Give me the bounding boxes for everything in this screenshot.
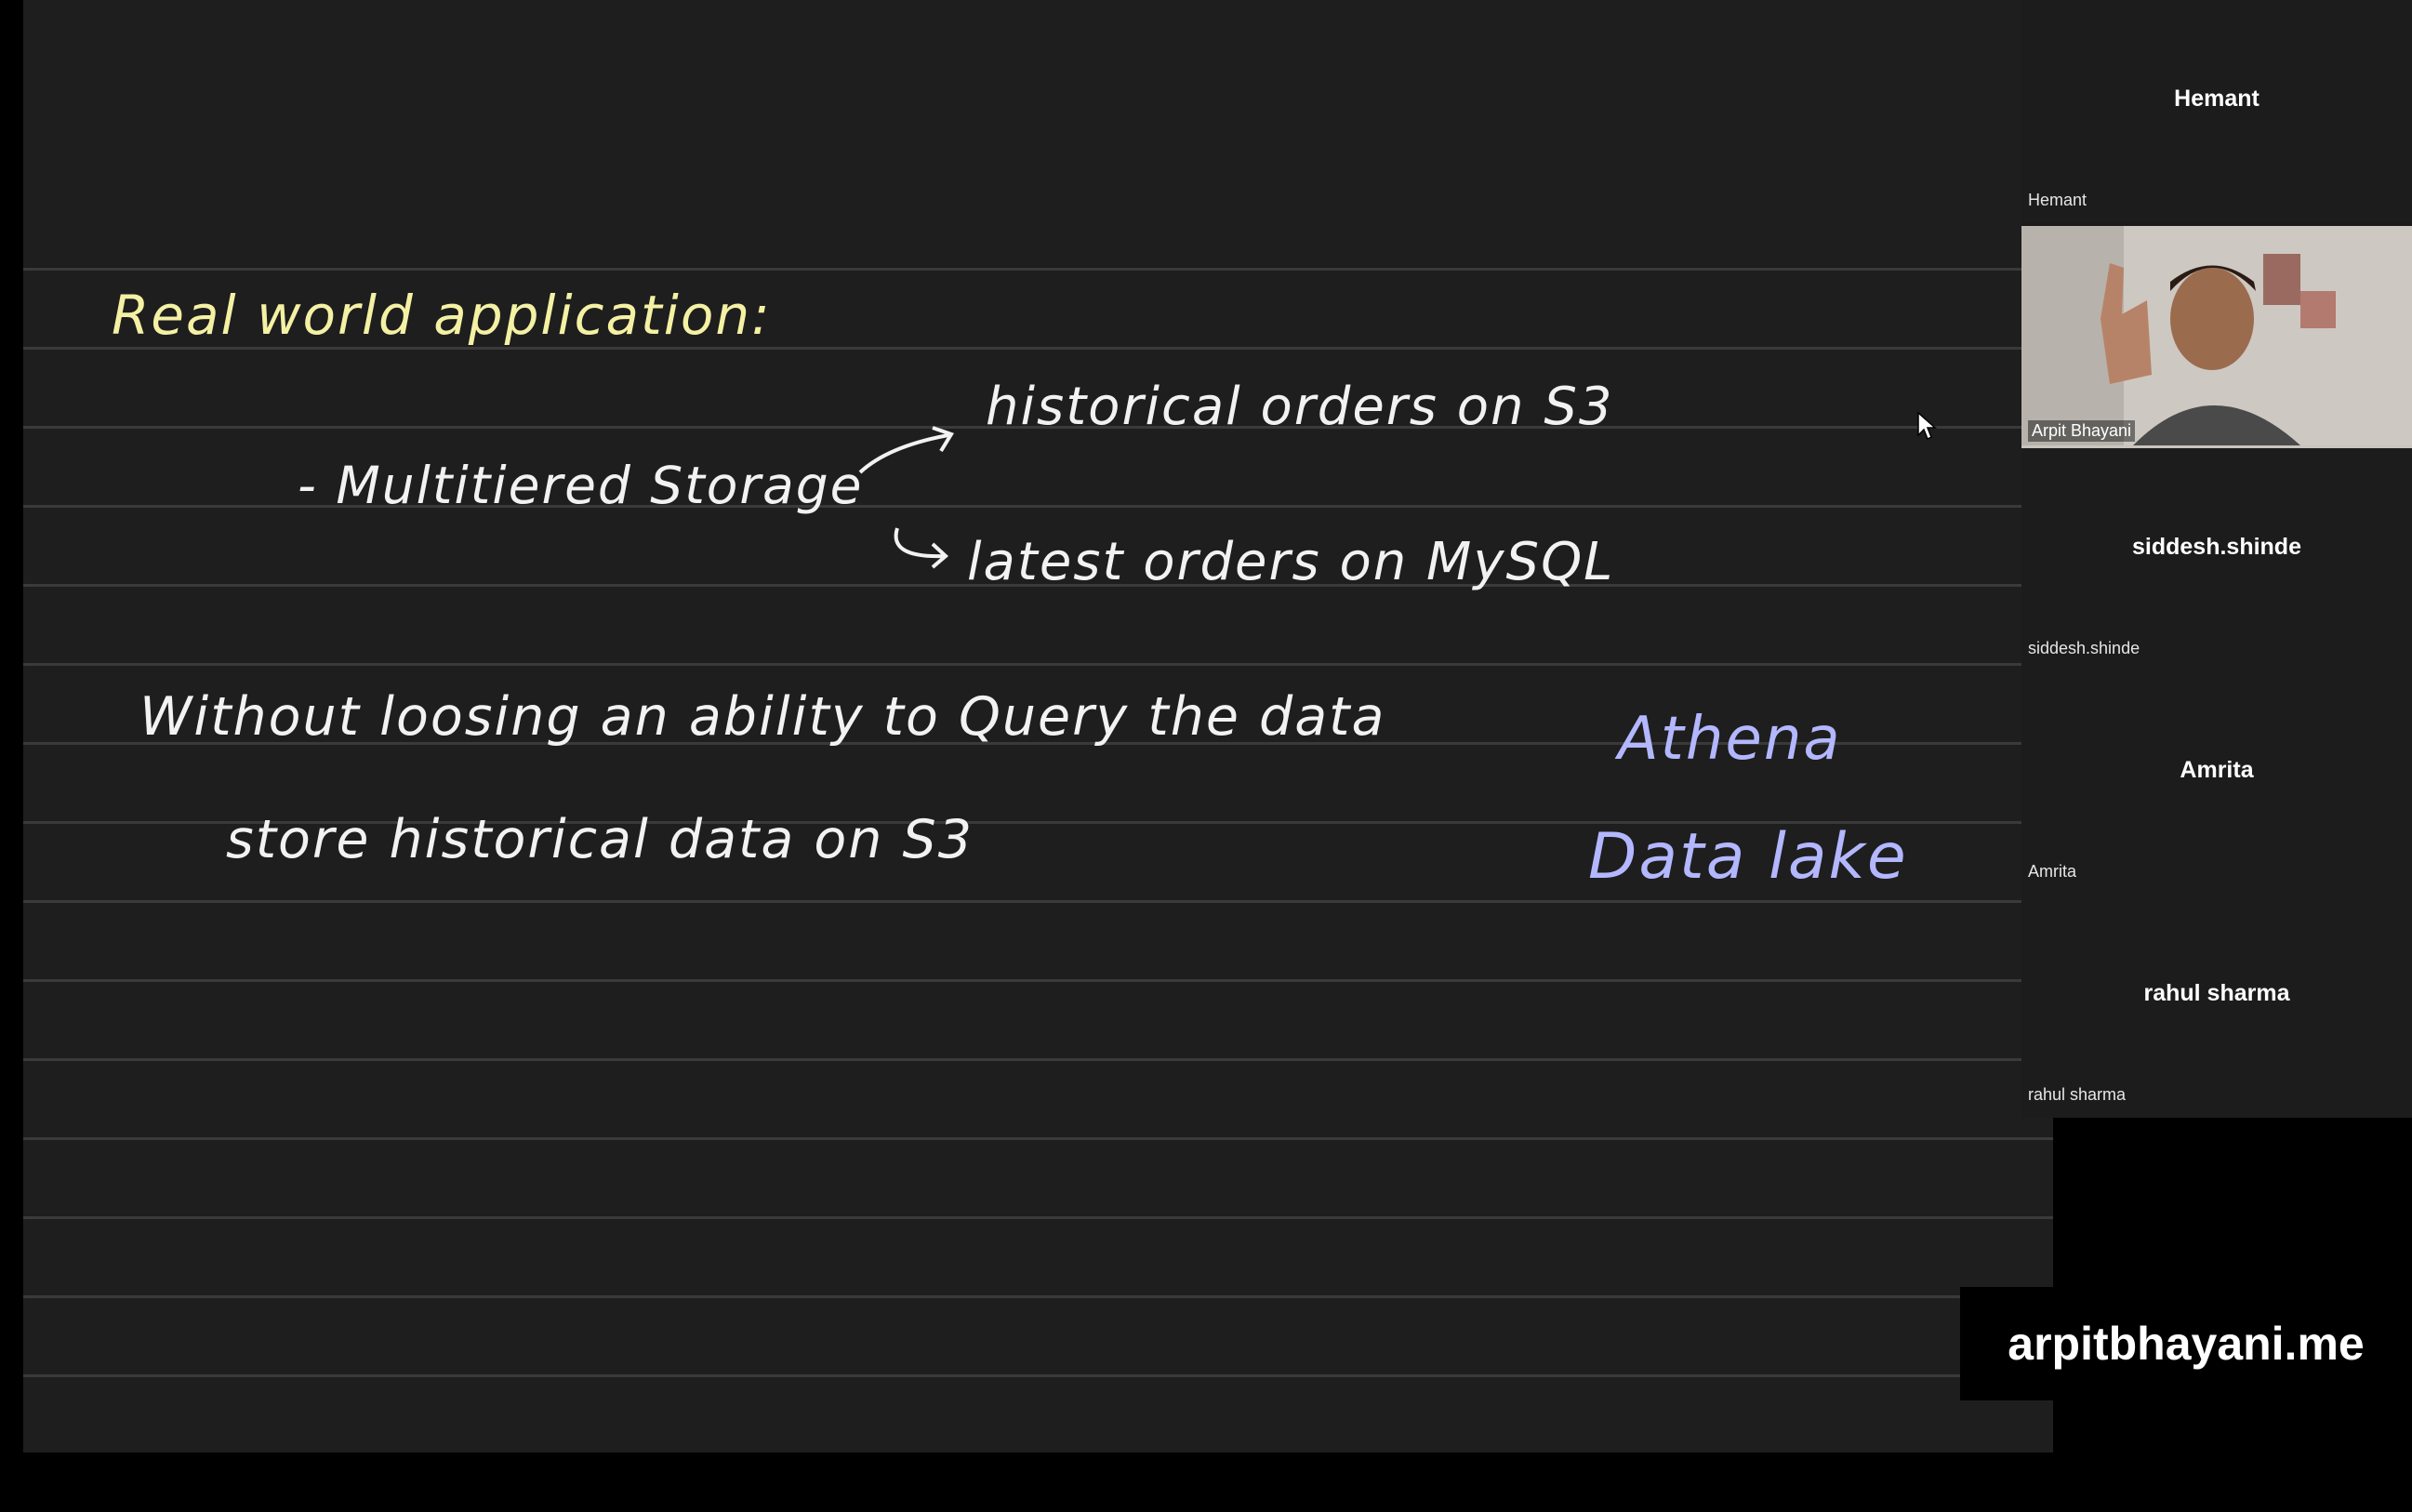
presenter-name: Arpit Bhayani [2028, 420, 2136, 442]
arrow-cursor-icon [1917, 411, 1937, 441]
branch-latest: latest orders on MySQL [967, 532, 1615, 592]
participant-tile[interactable]: rahul sharma rahul sharma [2021, 895, 2412, 1118]
participant-name: siddesh.shinde [2132, 534, 2301, 560]
board-point: - Multitiered Storage [298, 456, 864, 515]
participant-video-tile[interactable]: Arpit Bhayani [2021, 226, 2412, 449]
participant-label: Hemant [2028, 191, 2087, 209]
participants-panel: Hemant Hemant Arpit Bhayani siddesh.shin… [2021, 0, 2412, 1118]
participant-name: rahul sharma [2143, 980, 2290, 1006]
participant-tile[interactable]: Amrita Amrita [2021, 671, 2412, 895]
arrow-down-icon [894, 527, 945, 559]
participant-label: rahul sharma [2028, 1085, 2127, 1104]
whiteboard-canvas[interactable]: Real world application: - Multitiered St… [23, 0, 2053, 1452]
video-feed [2021, 226, 2412, 445]
arrow-up-icon [858, 433, 949, 474]
participant-label: Amrita [2028, 862, 2077, 881]
participant-tile[interactable]: siddesh.shinde siddesh.shinde [2021, 448, 2412, 671]
note-athena: Athena [1618, 705, 1842, 774]
rule-line [23, 979, 2053, 982]
rule-line [23, 1295, 2053, 1298]
rule-line [23, 268, 2053, 271]
participant-label: siddesh.shinde [2028, 639, 2140, 657]
rule-line [23, 1058, 2053, 1061]
branch-arrows [858, 426, 954, 569]
rule-line [23, 1137, 2053, 1140]
presenter-head [2170, 268, 2254, 370]
participant-tile[interactable]: Hemant Hemant [2021, 0, 2412, 223]
rule-line [23, 347, 2053, 350]
board-line-2: store historical data on S3 [226, 809, 974, 870]
board-line-1: Without loosing an ability to Query the … [139, 686, 1386, 748]
board-heading: Real world application: [112, 284, 772, 347]
branch-historical: historical orders on S3 [986, 377, 1614, 437]
rule-line [23, 663, 2053, 666]
rule-line [23, 1216, 2053, 1219]
rule-line [23, 1374, 2053, 1377]
note-data-lake: Data lake [1588, 820, 1908, 894]
watermark: arpitbhayani.me [1960, 1287, 2412, 1400]
participant-name: Amrita [2180, 757, 2254, 783]
participant-name: Hemant [2174, 86, 2260, 112]
rule-line [23, 900, 2053, 903]
